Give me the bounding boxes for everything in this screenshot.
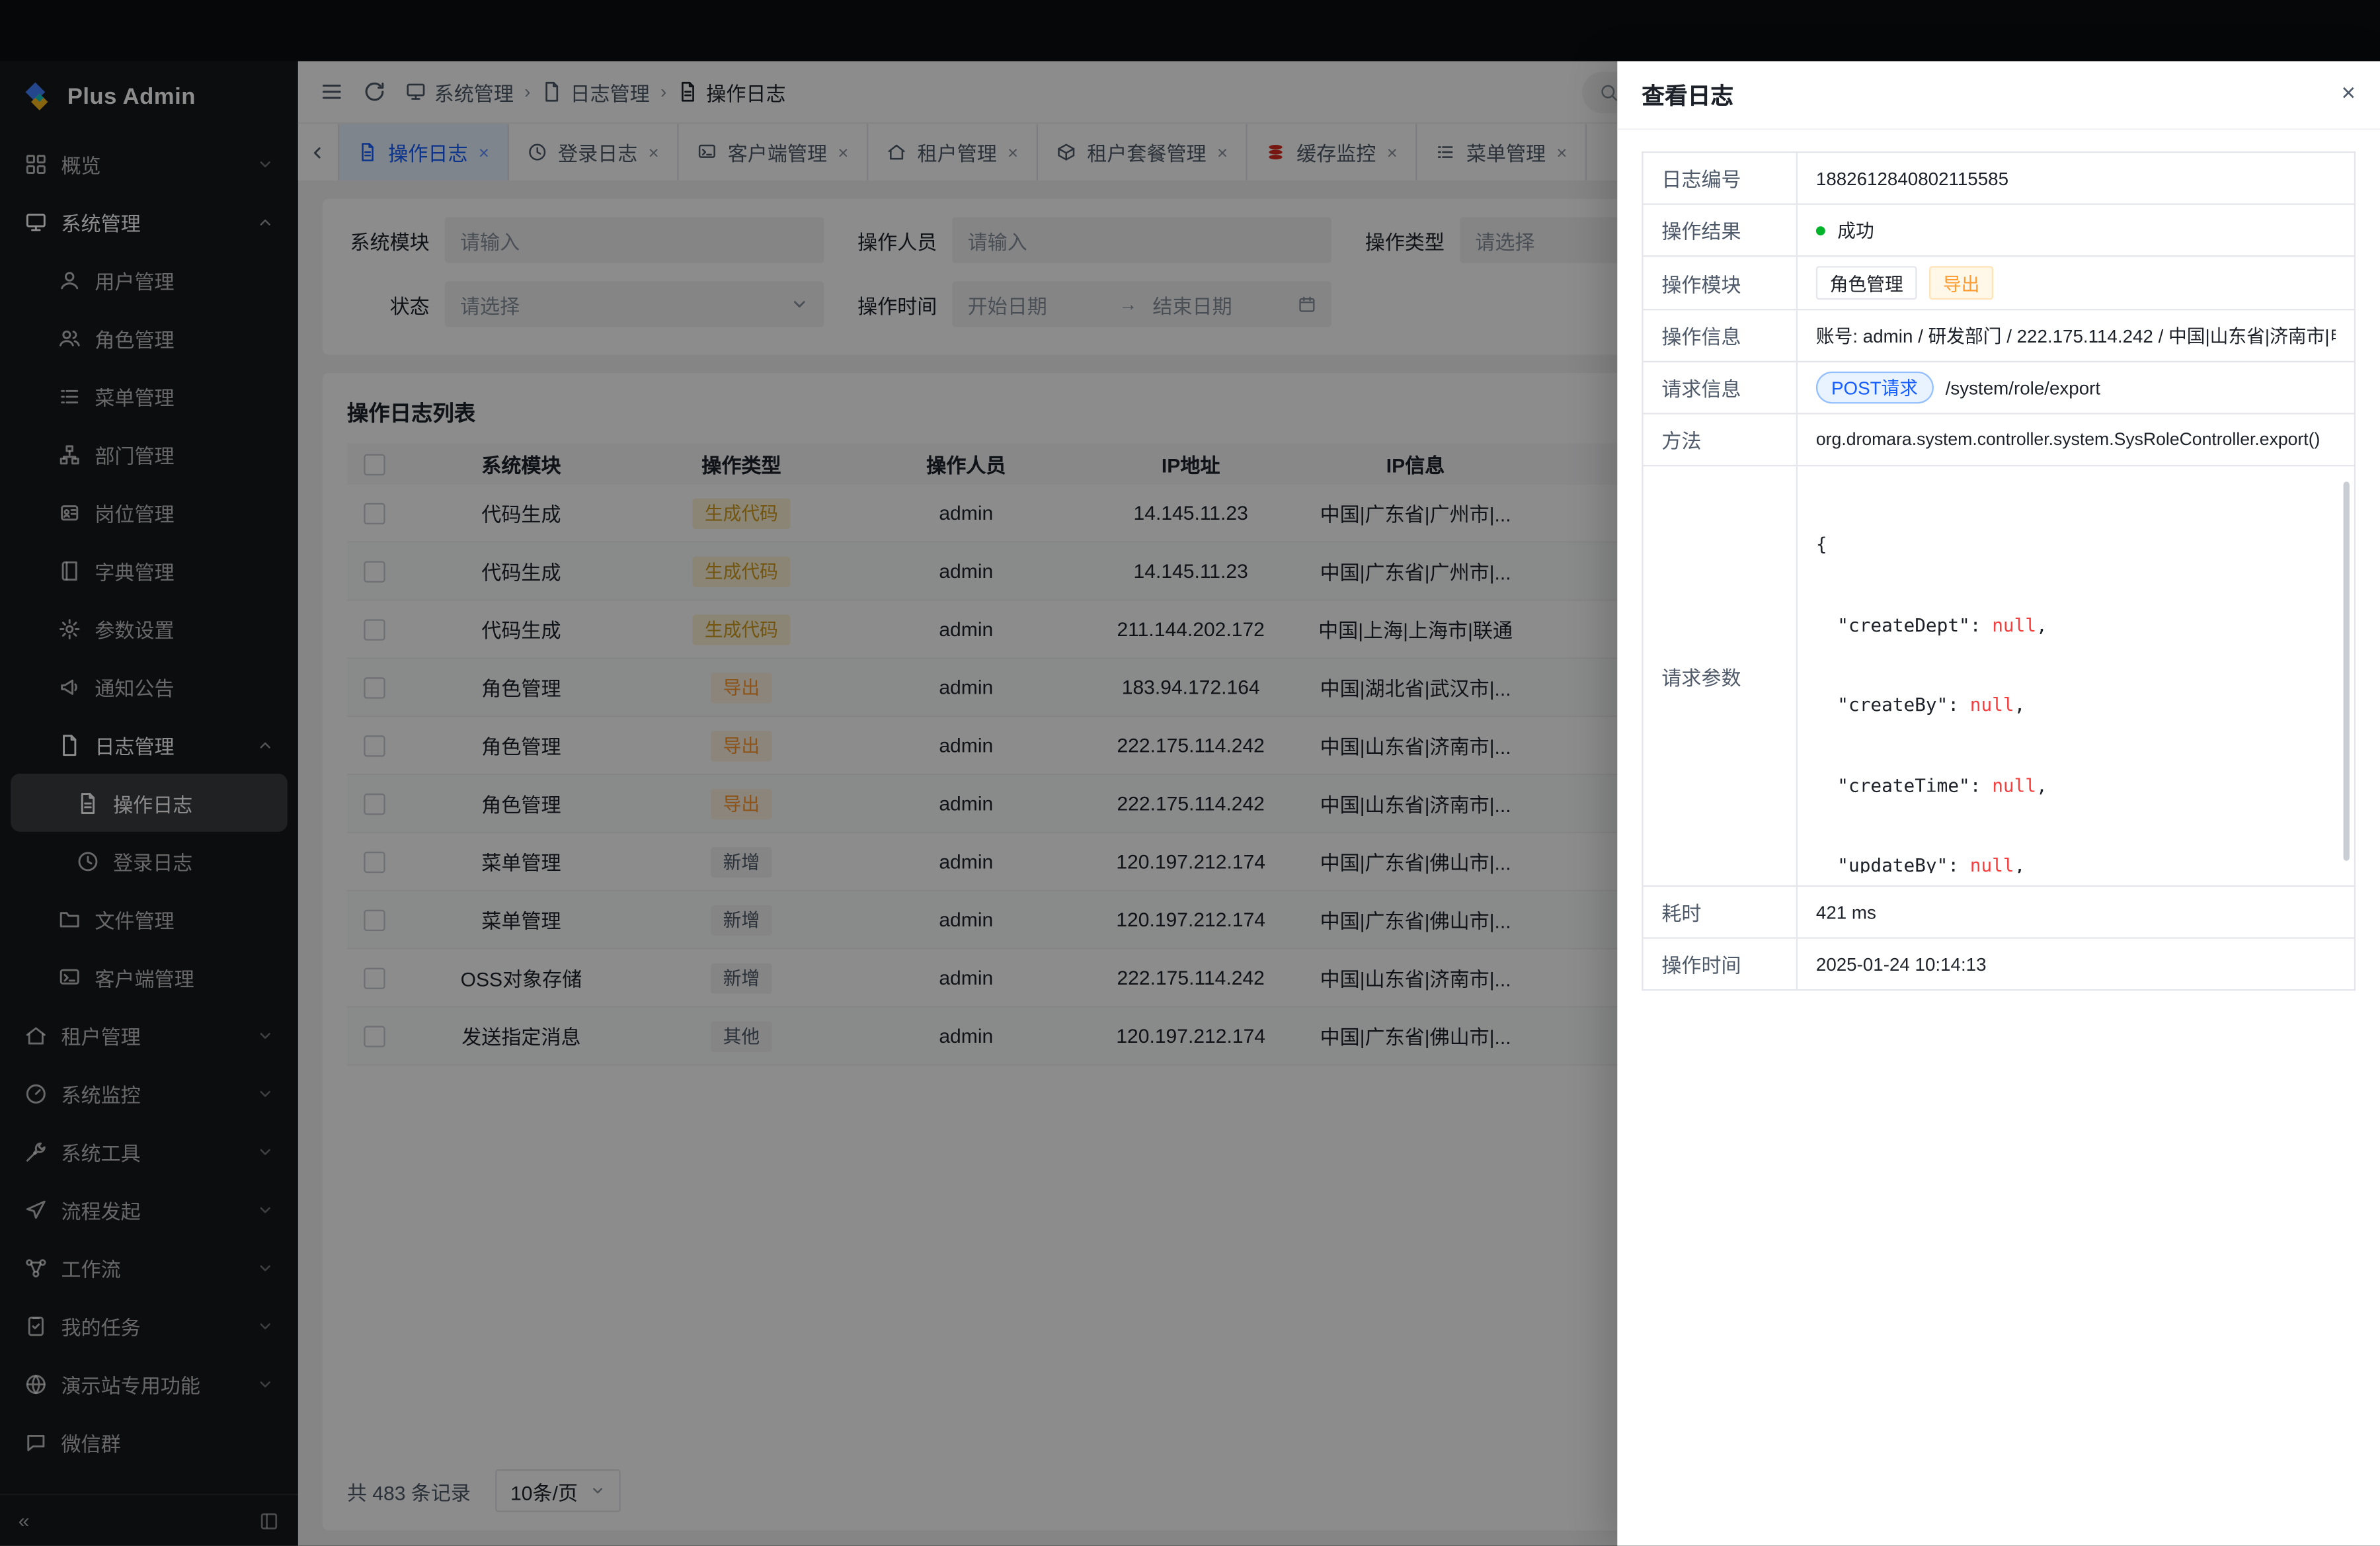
close-icon[interactable]: × xyxy=(2341,83,2356,107)
cost-value: 421 ms xyxy=(1816,901,1876,922)
log-detail-table: 日志编号 1882612840802115585 操作结果 成功 操作模块 角色… xyxy=(1642,151,2356,991)
detail-label: 方法 xyxy=(1644,415,1796,465)
success-status-dot xyxy=(1816,225,1825,235)
detail-row-params: 请求参数 { createDeptnull createBynull creat… xyxy=(1644,466,2354,887)
detail-row-method: 方法 org.dromara.system.controller.system.… xyxy=(1644,415,2354,467)
action-tag: 导出 xyxy=(1929,266,1993,300)
json-open-brace: { xyxy=(1816,532,2333,559)
view-log-drawer: 查看日志 × 日志编号 1882612840802115585 操作结果 成功 … xyxy=(1617,61,2380,1545)
detail-row-log-id: 日志编号 1882612840802115585 xyxy=(1644,153,2354,205)
result-value: 成功 xyxy=(1837,217,1874,243)
drawer-header: 查看日志 × xyxy=(1617,61,2380,130)
drawer-title: 查看日志 xyxy=(1642,79,1733,111)
detail-label: 请求参数 xyxy=(1644,466,1796,885)
request-params-cell: { createDeptnull createBynull createTime… xyxy=(1796,466,2354,885)
detail-row-time: 操作时间 2025-01-24 10:14:13 xyxy=(1644,939,2354,989)
module-tag: 角色管理 xyxy=(1816,266,1917,300)
detail-row-cost: 耗时 421 ms xyxy=(1644,887,2354,939)
post-method-tag: POST请求 xyxy=(1816,372,1933,404)
detail-label: 操作信息 xyxy=(1644,310,1796,360)
operation-time-value: 2025-01-24 10:14:13 xyxy=(1816,954,1987,975)
detail-row-module: 操作模块 角色管理 导出 xyxy=(1644,257,2354,310)
window-top-bar xyxy=(0,0,2380,61)
detail-label: 耗时 xyxy=(1644,887,1796,937)
detail-label: 日志编号 xyxy=(1644,153,1796,203)
method-value: org.dromara.system.controller.system.Sys… xyxy=(1816,430,2320,449)
detail-row-request: 请求信息 POST请求 /system/role/export xyxy=(1644,362,2354,415)
scrollbar-thumb[interactable] xyxy=(2344,481,2350,860)
detail-row-info: 操作信息 账号: admin / 研发部门 / 222.175.114.242 … xyxy=(1644,310,2354,362)
operation-info-value: 账号: admin / 研发部门 / 222.175.114.242 / 中国|… xyxy=(1816,323,2336,348)
detail-label: 操作模块 xyxy=(1644,257,1796,309)
detail-row-result: 操作结果 成功 xyxy=(1644,205,2354,257)
json-code-block: { createDeptnull createBynull createTime… xyxy=(1816,479,2333,874)
detail-label: 操作结果 xyxy=(1644,205,1796,255)
screen: Plus Admin 概览 系统管理 用户管理 xyxy=(0,0,2380,1546)
detail-label: 操作时间 xyxy=(1644,939,1796,989)
request-url: /system/role/export xyxy=(1946,377,2100,398)
log-id-value: 1882612840802115585 xyxy=(1816,167,2008,188)
detail-label: 请求信息 xyxy=(1644,362,1796,413)
